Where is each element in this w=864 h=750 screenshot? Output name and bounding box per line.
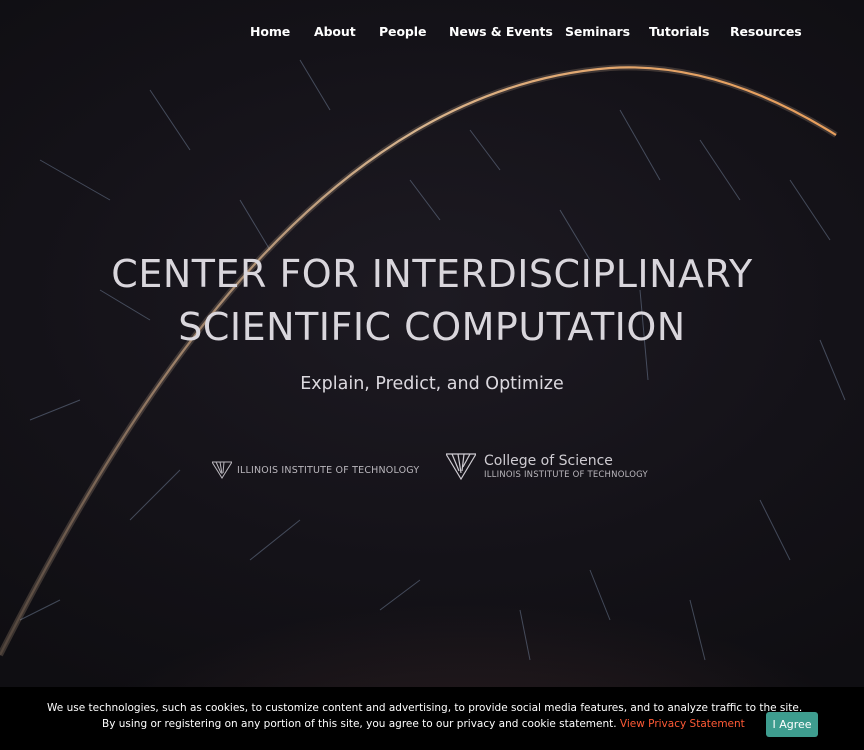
hero-title: CENTER FOR INTERDISCIPLINARY SCIENTIFIC … [0, 248, 864, 354]
cookie-message-line2: By using or registering on any portion o… [102, 718, 745, 730]
hero-title-line2: SCIENTIFIC COMPUTATION [178, 305, 686, 349]
privacy-statement-link[interactable]: View Privacy Statement [620, 718, 745, 730]
cookie-message-line2-text: By using or registering on any portion o… [102, 718, 620, 730]
nav-tutorials-link[interactable]: Tutorials [649, 24, 709, 39]
college-logo-title: College of Science [484, 452, 613, 469]
nav-about-link[interactable]: About [314, 24, 356, 39]
college-of-science-logo[interactable]: College of Science ILLINOIS INSTITUTE OF… [446, 452, 648, 480]
main-navigation: Home About People News & Events Seminars… [0, 24, 864, 44]
cookie-consent-bar: We use technologies, such as cookies, to… [0, 687, 864, 750]
nav-seminars-link[interactable]: Seminars [565, 24, 630, 39]
iit-logo[interactable]: ILLINOIS INSTITUTE OF TECHNOLOGY [212, 461, 419, 479]
iit-emblem-icon [446, 453, 476, 480]
hero-tagline: Explain, Predict, and Optimize [300, 374, 564, 394]
agree-button[interactable]: I Agree [766, 712, 818, 737]
nav-resources-link[interactable]: Resources [730, 24, 802, 39]
nav-home-link[interactable]: Home [250, 24, 290, 39]
hero-title-line1: CENTER FOR INTERDISCIPLINARY [111, 252, 753, 296]
iit-logo-text: ILLINOIS INSTITUTE OF TECHNOLOGY [237, 464, 420, 476]
college-logo-subtitle: ILLINOIS INSTITUTE OF TECHNOLOGY [484, 469, 648, 480]
nav-news-events-link[interactable]: News & Events [449, 24, 553, 39]
iit-emblem-icon [212, 461, 232, 479]
nav-people-link[interactable]: People [379, 24, 426, 39]
cookie-message-line1: We use technologies, such as cookies, to… [47, 702, 803, 714]
